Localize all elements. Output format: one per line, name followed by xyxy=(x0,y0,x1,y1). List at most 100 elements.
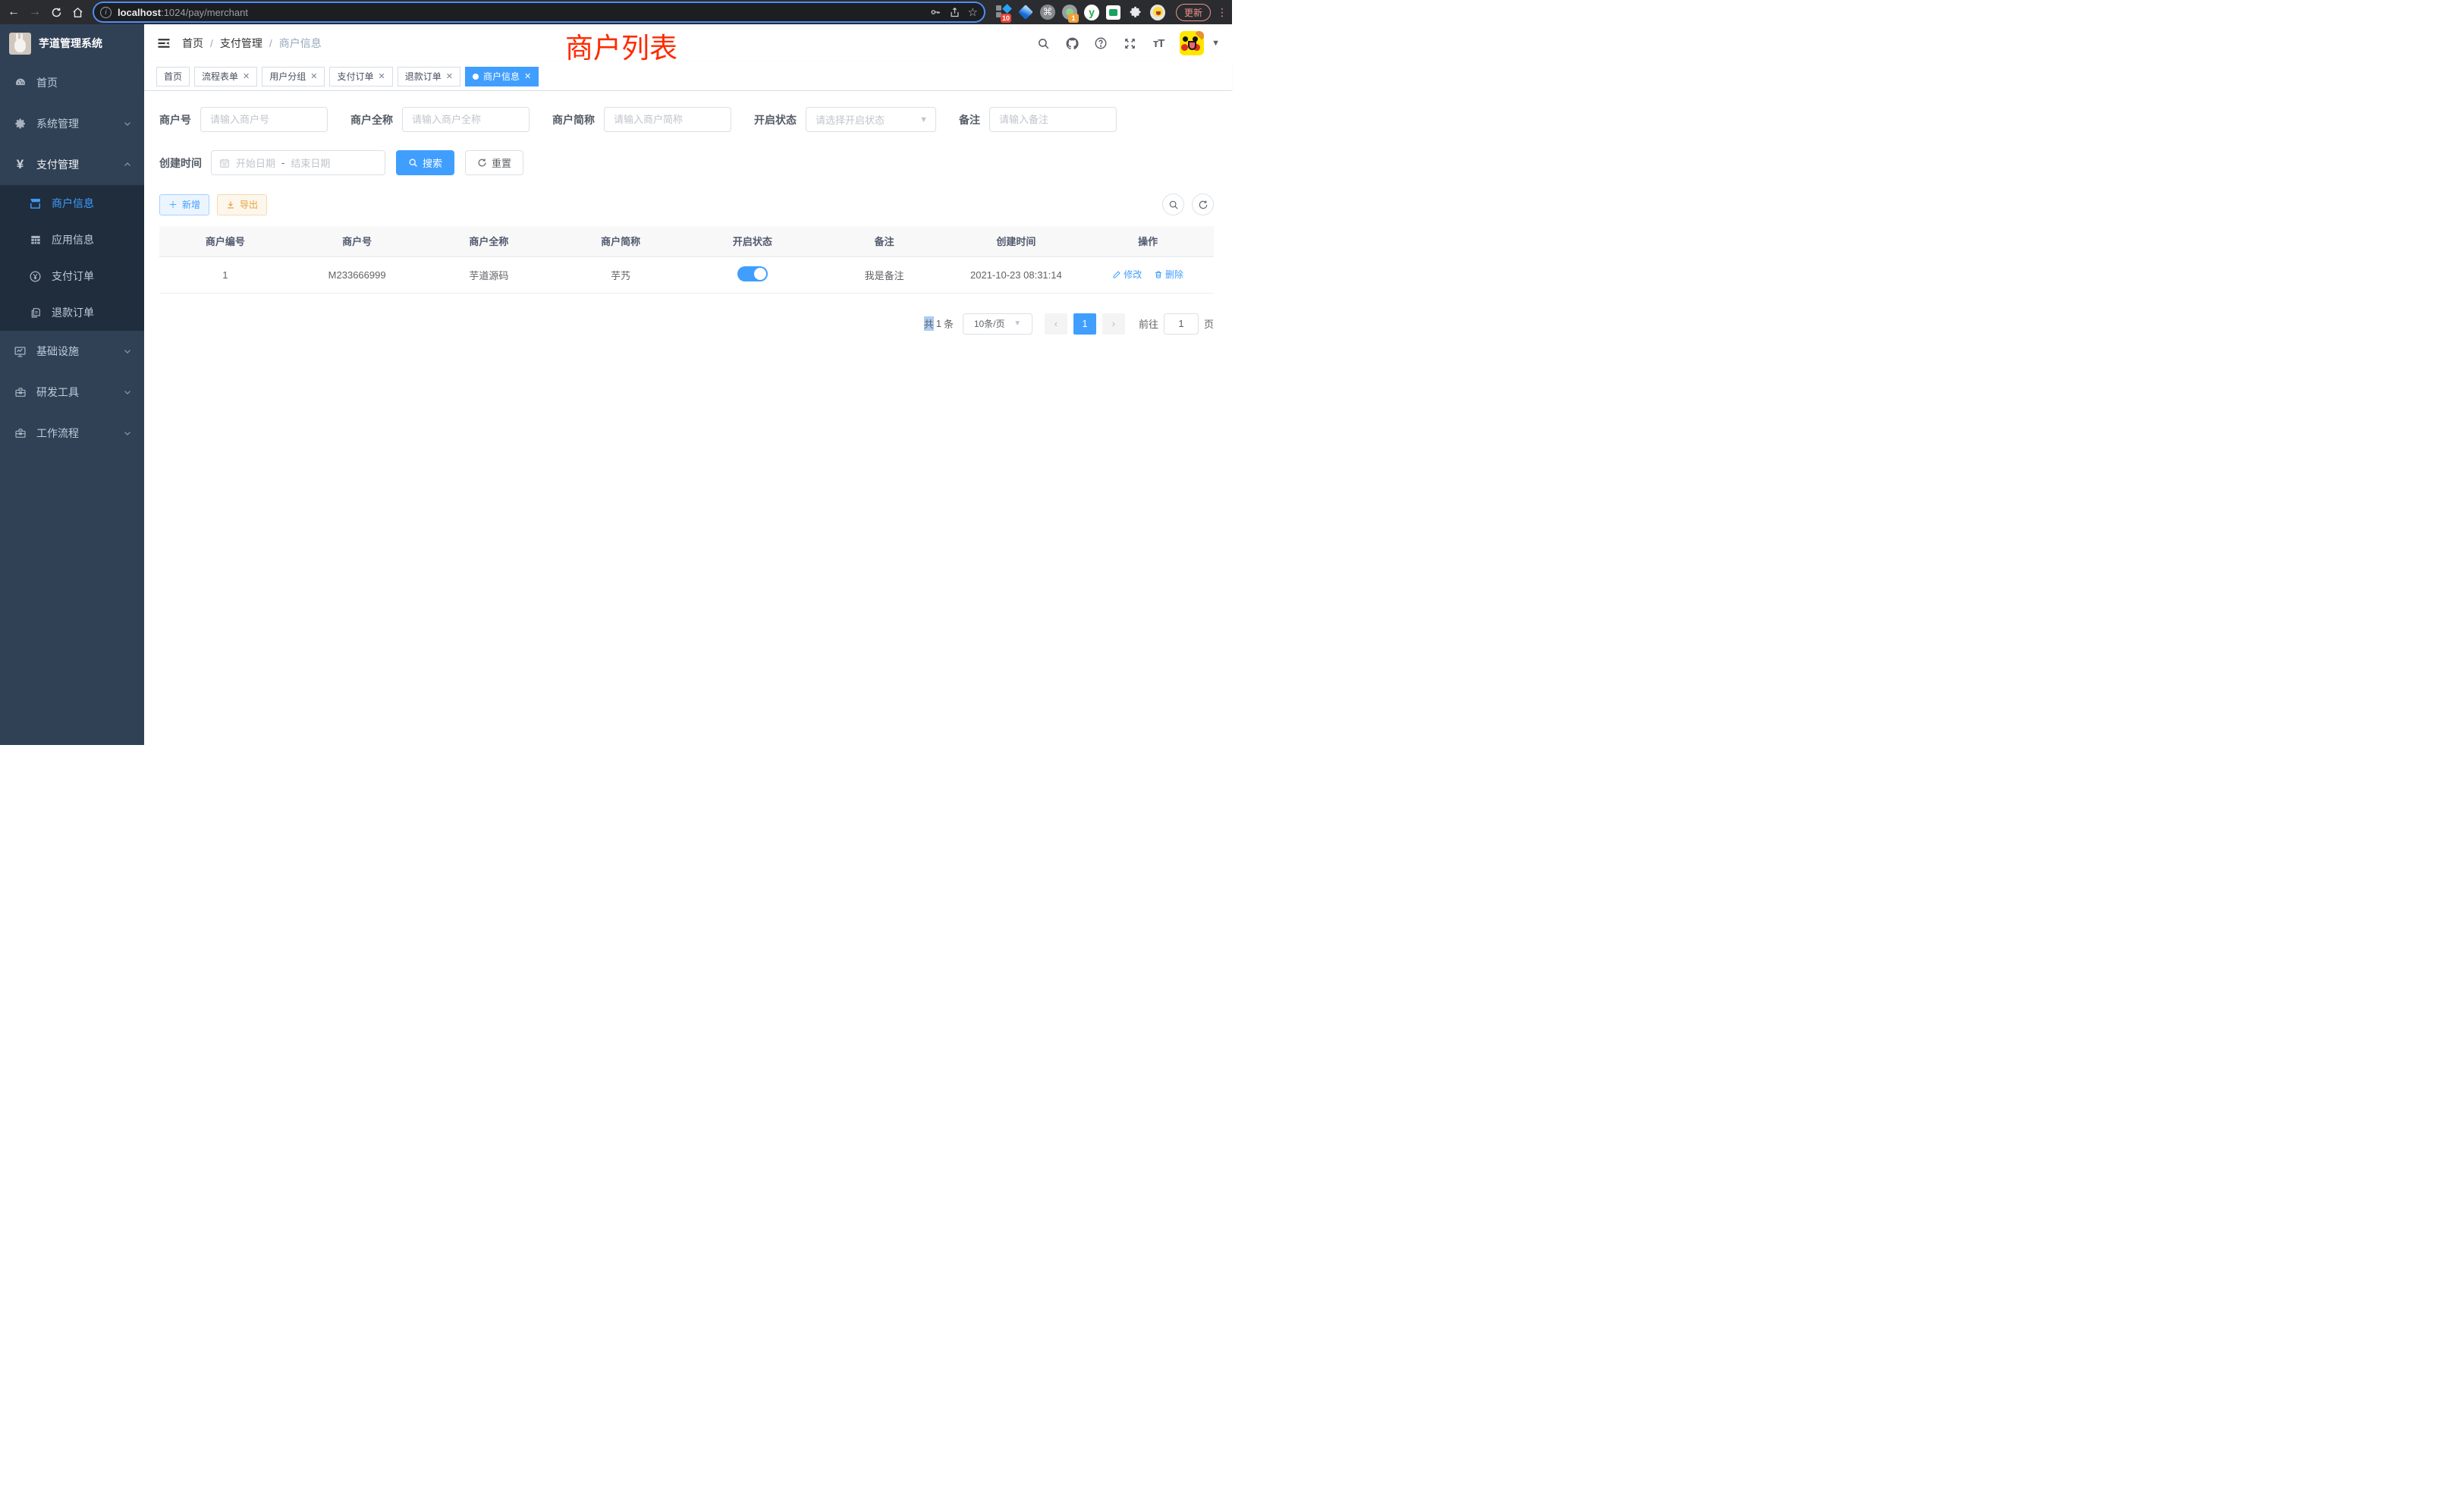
logo-avatar xyxy=(9,33,31,55)
tab-process-form[interactable]: 流程表单✕ xyxy=(194,67,257,86)
col-create-time: 创建时间 xyxy=(951,226,1083,256)
col-actions: 操作 xyxy=(1082,226,1214,256)
command-extension-icon[interactable]: ⌘ xyxy=(1040,5,1055,20)
recorder-extension-icon[interactable]: 1 xyxy=(1062,5,1077,20)
browser-chrome: ← → i localhost:1024/pay/merchant ☆ 10 ⌘ xyxy=(0,0,1232,24)
short-name-label: 商户简称 xyxy=(552,112,595,127)
chevron-down-icon xyxy=(123,429,132,438)
merchant-name-input[interactable] xyxy=(402,107,530,132)
search-icon[interactable] xyxy=(1036,36,1051,51)
page-content: 商户号 商户全称 商户简称 开启状态 请选择开启状态 ▼ xyxy=(144,91,1232,335)
extension-badge: 10 xyxy=(1001,14,1011,23)
reset-button[interactable]: 重置 xyxy=(465,150,523,175)
short-name-input[interactable] xyxy=(604,107,731,132)
sidebar-item-pay[interactable]: ¥ 支付管理 xyxy=(0,144,144,185)
delete-link[interactable]: 删除 xyxy=(1154,268,1183,281)
tab-merchant-info[interactable]: 商户信息✕ xyxy=(465,67,539,86)
chevron-down-icon: ▼ xyxy=(919,115,928,124)
sidebar-item-workflow[interactable]: 工作流程 xyxy=(0,413,144,454)
goto-label: 前往 xyxy=(1139,316,1158,331)
tab-user-group[interactable]: 用户分组✕ xyxy=(262,67,325,86)
goto-page-input[interactable] xyxy=(1164,313,1199,335)
sidebar-item-infra[interactable]: 基础设施 xyxy=(0,331,144,372)
font-size-icon[interactable]: тT xyxy=(1151,36,1166,51)
sidebar-item-merchant-info[interactable]: 商户信息 xyxy=(0,185,144,222)
tab-refund-order[interactable]: 退款订单✕ xyxy=(398,67,460,86)
calendar-icon xyxy=(219,158,230,168)
sidebar-item-pay-order[interactable]: 支付订单 xyxy=(0,258,144,294)
tab-home[interactable]: 首页 xyxy=(156,67,190,86)
avatar-caret-icon[interactable]: ▼ xyxy=(1212,39,1220,48)
status-toggle[interactable] xyxy=(737,266,768,281)
user-avatar[interactable] xyxy=(1180,31,1204,55)
add-button[interactable]: ＋ 新增 xyxy=(159,194,209,215)
site-info-icon[interactable]: i xyxy=(100,7,112,18)
page-number-1[interactable]: 1 xyxy=(1073,313,1096,335)
browser-home-icon[interactable] xyxy=(68,3,86,21)
tab-pay-order[interactable]: 支付订单✕ xyxy=(329,67,392,86)
browser-profile-avatar[interactable] xyxy=(1150,5,1165,20)
github-icon[interactable] xyxy=(1064,36,1080,51)
sidebar-item-dev-tools[interactable]: 研发工具 xyxy=(0,372,144,413)
url-text: localhost:1024/pay/merchant xyxy=(118,7,923,18)
cell-full-name: 芋道源码 xyxy=(423,256,555,293)
active-dot xyxy=(473,74,479,80)
browser-back-icon[interactable]: ← xyxy=(5,3,23,21)
breadcrumb-current: 商户信息 xyxy=(279,36,322,51)
close-icon[interactable]: ✕ xyxy=(379,71,385,81)
prev-page-button[interactable]: ‹ xyxy=(1045,313,1067,335)
cell-merchant-no: M233666999 xyxy=(291,256,423,293)
toolbox-icon xyxy=(14,386,27,399)
next-page-button[interactable]: › xyxy=(1102,313,1125,335)
col-merchant-id: 商户编号 xyxy=(159,226,291,256)
browser-reload-icon[interactable] xyxy=(47,3,65,21)
toggle-search-button[interactable] xyxy=(1162,193,1184,215)
merchant-no-input[interactable] xyxy=(200,107,328,132)
plus-icon: ＋ xyxy=(168,198,178,211)
status-select[interactable]: 请选择开启状态 ▼ xyxy=(806,107,936,132)
password-key-icon[interactable] xyxy=(929,6,941,18)
dashboard-icon xyxy=(14,77,27,90)
sidebar-item-refund-order[interactable]: 退款订单 xyxy=(0,294,144,331)
extension-tray: 10 ⌘ 1 y xyxy=(992,5,1170,20)
bookmark-star-icon[interactable]: ☆ xyxy=(968,5,978,19)
browser-menu-icon[interactable]: ⋮ xyxy=(1217,6,1227,19)
refresh-button[interactable] xyxy=(1192,193,1214,215)
close-icon[interactable]: ✕ xyxy=(524,71,531,81)
status-label: 开启状态 xyxy=(754,112,797,127)
browser-forward-icon[interactable]: → xyxy=(26,3,44,21)
chevron-down-icon: ▼ xyxy=(1009,319,1026,328)
blue-gem-extension-icon[interactable] xyxy=(1018,5,1033,20)
remark-input[interactable] xyxy=(989,107,1117,132)
browser-update-button[interactable]: 更新 xyxy=(1176,4,1211,21)
table-grid-icon xyxy=(29,234,42,247)
sidebar-fold-icon[interactable] xyxy=(156,36,171,51)
sidebar-item-app-info[interactable]: 应用信息 xyxy=(0,222,144,258)
puzzle-extensions-icon[interactable] xyxy=(1128,5,1143,20)
export-button[interactable]: 导出 xyxy=(217,194,267,215)
help-icon[interactable] xyxy=(1093,36,1108,51)
breadcrumb: 首页 / 支付管理 / 商户信息 xyxy=(182,36,1025,51)
chat-extension-icon[interactable] xyxy=(1106,5,1121,20)
sidebar-item-home[interactable]: 首页 xyxy=(0,62,144,103)
y-logo-extension-icon[interactable]: y xyxy=(1084,5,1099,20)
col-remark: 备注 xyxy=(819,226,951,256)
close-icon[interactable]: ✕ xyxy=(446,71,453,81)
create-time-label: 创建时间 xyxy=(159,156,202,171)
page-size-select[interactable]: 10条/页 ▼ xyxy=(963,313,1032,335)
share-icon[interactable] xyxy=(949,7,960,18)
grid-extension-icon[interactable]: 10 xyxy=(996,5,1011,20)
app-logo[interactable]: 芋道管理系统 xyxy=(0,24,144,62)
breadcrumb-home[interactable]: 首页 xyxy=(182,36,203,51)
edit-link[interactable]: 修改 xyxy=(1112,268,1142,281)
address-bar[interactable]: i localhost:1024/pay/merchant ☆ xyxy=(94,3,984,21)
search-button[interactable]: 搜索 xyxy=(396,150,454,175)
create-time-range-picker[interactable]: 开始日期 - 结束日期 xyxy=(211,150,385,175)
close-icon[interactable]: ✕ xyxy=(310,71,317,81)
close-icon[interactable]: ✕ xyxy=(243,71,250,81)
fullscreen-icon[interactable] xyxy=(1122,36,1137,51)
breadcrumb-pay[interactable]: 支付管理 xyxy=(220,36,262,51)
col-full-name: 商户全称 xyxy=(423,226,555,256)
chevron-up-icon xyxy=(123,160,132,169)
sidebar-item-system[interactable]: 系统管理 xyxy=(0,103,144,144)
